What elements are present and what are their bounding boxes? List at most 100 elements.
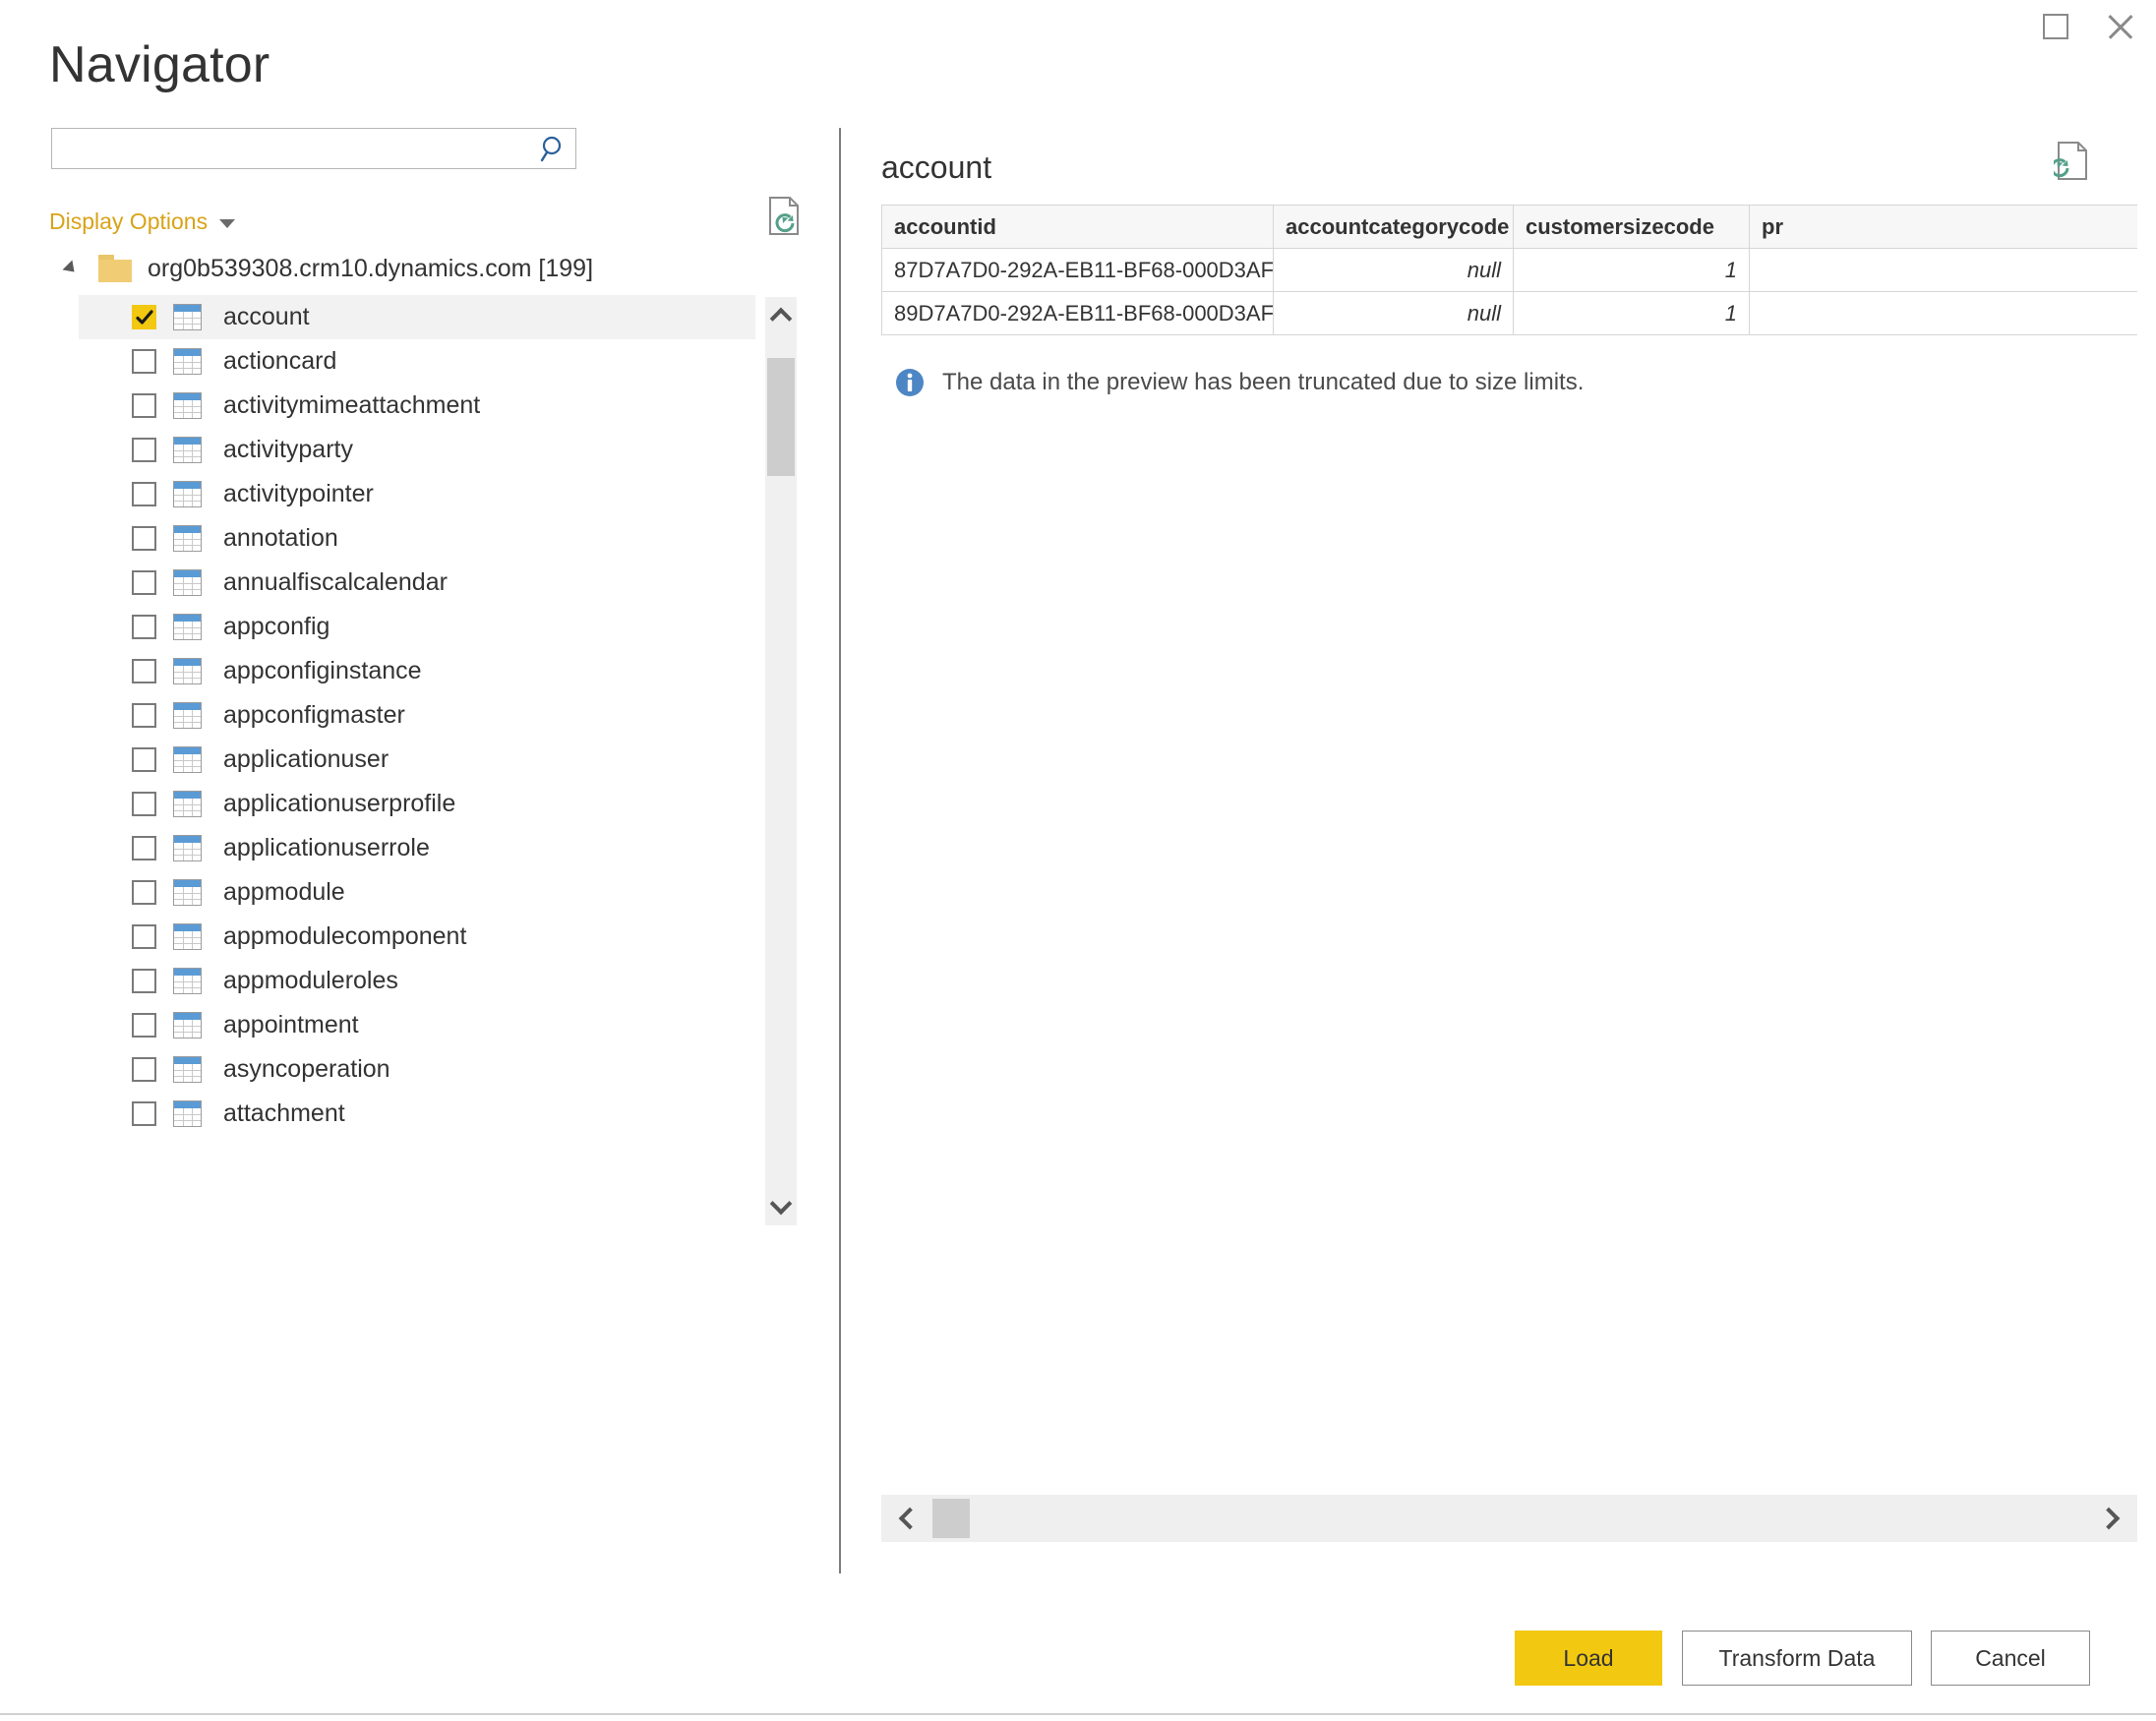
- tree-item-label: activityparty: [223, 436, 353, 463]
- tree-item[interactable]: annotation: [0, 516, 856, 561]
- document-refresh-icon[interactable]: [2054, 140, 2093, 183]
- tree-item[interactable]: activitymimeattachment: [0, 384, 856, 428]
- maximize-button[interactable]: [2024, 0, 2087, 53]
- tree-item-checkbox[interactable]: [132, 570, 156, 595]
- scrollbar-thumb[interactable]: [767, 358, 795, 476]
- tree-item-checkbox[interactable]: [132, 1101, 156, 1126]
- tree-item[interactable]: appconfiginstance: [0, 649, 856, 693]
- cancel-button[interactable]: Cancel: [1931, 1631, 2090, 1686]
- table-icon: [173, 791, 202, 817]
- chevron-down-icon: [219, 219, 236, 228]
- tree-item[interactable]: activitypointer: [0, 472, 856, 516]
- preview-table: accountid accountcategorycode customersi…: [881, 205, 2137, 335]
- tree-item-checkbox[interactable]: [132, 880, 156, 905]
- tree-item[interactable]: appmodulecomponent: [0, 915, 856, 959]
- tree-item-label: appmodulecomponent: [223, 922, 467, 950]
- table-cell: 87D7A7D0-292A-EB11-BF68-000D3AFC74D7: [881, 248, 1274, 292]
- table-icon: [173, 1100, 202, 1127]
- close-button[interactable]: [2089, 0, 2152, 53]
- chevron-up-icon: [769, 307, 793, 330]
- tree-item-checkbox[interactable]: [132, 526, 156, 551]
- column-header[interactable]: customersizecode: [1513, 205, 1750, 249]
- tree-item[interactable]: asyncoperation: [0, 1047, 856, 1092]
- entity-tree: org0b539308.crm10.dynamics.com [199] acc…: [0, 242, 856, 1225]
- search-input[interactable]: [52, 129, 534, 168]
- footer-divider: [0, 1713, 2156, 1715]
- scroll-left-button[interactable]: [881, 1495, 932, 1542]
- column-header[interactable]: accountid: [881, 205, 1274, 249]
- display-options-label: Display Options: [49, 208, 209, 234]
- tree-item-checkbox[interactable]: [132, 792, 156, 816]
- scroll-up-button[interactable]: [765, 297, 797, 334]
- tree-item[interactable]: actioncard: [0, 339, 856, 384]
- tree-item-checkbox[interactable]: [132, 438, 156, 462]
- tree-item[interactable]: appconfigmaster: [0, 693, 856, 738]
- scroll-right-button[interactable]: [2086, 1495, 2137, 1542]
- search-box[interactable]: [51, 128, 576, 169]
- tree-item-label: activitymimeattachment: [223, 391, 481, 419]
- table-icon: [173, 525, 202, 552]
- tree-item-label: applicationuserrole: [223, 834, 430, 861]
- tree-item-checkbox[interactable]: [132, 1057, 156, 1082]
- table-icon: [173, 348, 202, 375]
- tree-item-label: appconfiginstance: [223, 657, 422, 684]
- tree-item[interactable]: appmoduleroles: [0, 959, 856, 1003]
- load-button[interactable]: Load: [1515, 1631, 1662, 1686]
- table-cell: 89D7A7D0-292A-EB11-BF68-000D3AFC74D7: [881, 291, 1274, 335]
- tree-item-checkbox[interactable]: [132, 747, 156, 772]
- tree-item[interactable]: appconfig: [0, 605, 856, 649]
- tree-item-checkbox[interactable]: [132, 615, 156, 639]
- column-header[interactable]: pr: [1749, 205, 2137, 249]
- tree-item-checkbox[interactable]: [132, 659, 156, 683]
- transform-data-button[interactable]: Transform Data: [1682, 1631, 1912, 1686]
- tree-item[interactable]: activityparty: [0, 428, 856, 472]
- tree-item-list: account actioncard activitymimeattachment a…: [0, 295, 856, 1136]
- tree-item-checkbox[interactable]: [132, 703, 156, 728]
- table-icon: [173, 1056, 202, 1083]
- search-icon[interactable]: [538, 134, 569, 165]
- chevron-right-icon: [2097, 1507, 2121, 1530]
- tree-item-checkbox[interactable]: [132, 482, 156, 506]
- table-icon: [173, 746, 202, 773]
- tree-item-label: asyncoperation: [223, 1055, 390, 1083]
- tree-item[interactable]: attachment: [0, 1092, 856, 1136]
- tree-item-checkbox[interactable]: [132, 969, 156, 993]
- tree-item-label: attachment: [223, 1099, 345, 1127]
- document-refresh-icon[interactable]: [765, 195, 805, 238]
- triangle-expanded-icon[interactable]: [59, 242, 85, 295]
- title-bar: [0, 0, 2156, 61]
- preview-horizontal-scrollbar[interactable]: [881, 1495, 2137, 1542]
- scrollbar-thumb[interactable]: [932, 1499, 970, 1538]
- tree-item[interactable]: appointment: [0, 1003, 856, 1047]
- tree-item-checkbox[interactable]: [132, 349, 156, 374]
- tree-item-checkbox[interactable]: [132, 305, 156, 329]
- tree-item-checkbox[interactable]: [132, 924, 156, 949]
- tree-item-label: appmodule: [223, 878, 345, 906]
- tree-item-checkbox[interactable]: [132, 836, 156, 860]
- table-icon: [173, 968, 202, 994]
- navigator-left-pane: Display Options org0b539308.crm10.dynami…: [0, 128, 856, 1573]
- tree-item[interactable]: appmodule: [0, 870, 856, 915]
- tree-item[interactable]: applicationuserrole: [0, 826, 856, 870]
- folder-icon: [98, 255, 132, 282]
- table-row: 89D7A7D0-292A-EB11-BF68-000D3AFC74D7null…: [881, 291, 2137, 335]
- scroll-down-button[interactable]: [765, 1188, 797, 1225]
- tree-item[interactable]: applicationuserprofile: [0, 782, 856, 826]
- table-header-row: accountid accountcategorycode customersi…: [881, 205, 2137, 249]
- tree-item-checkbox[interactable]: [132, 1013, 156, 1038]
- close-icon: [2105, 11, 2136, 42]
- display-options-dropdown[interactable]: Display Options: [49, 208, 236, 235]
- chevron-down-icon: [769, 1192, 793, 1216]
- tree-item[interactable]: annualfiscalcalendar: [0, 561, 856, 605]
- tree-item-checkbox[interactable]: [132, 393, 156, 418]
- tree-root-node[interactable]: org0b539308.crm10.dynamics.com [199]: [59, 242, 593, 295]
- tree-item[interactable]: account: [0, 295, 856, 339]
- tree-item-label: applicationuser: [223, 745, 389, 773]
- chevron-left-icon: [898, 1507, 922, 1530]
- tree-vertical-scrollbar[interactable]: [765, 297, 797, 1225]
- tree-item[interactable]: applicationuser: [0, 738, 856, 782]
- checkmark-icon: [135, 309, 153, 325]
- table-cell: null: [1273, 291, 1514, 335]
- table-icon: [173, 437, 202, 463]
- column-header[interactable]: accountcategorycode: [1273, 205, 1514, 249]
